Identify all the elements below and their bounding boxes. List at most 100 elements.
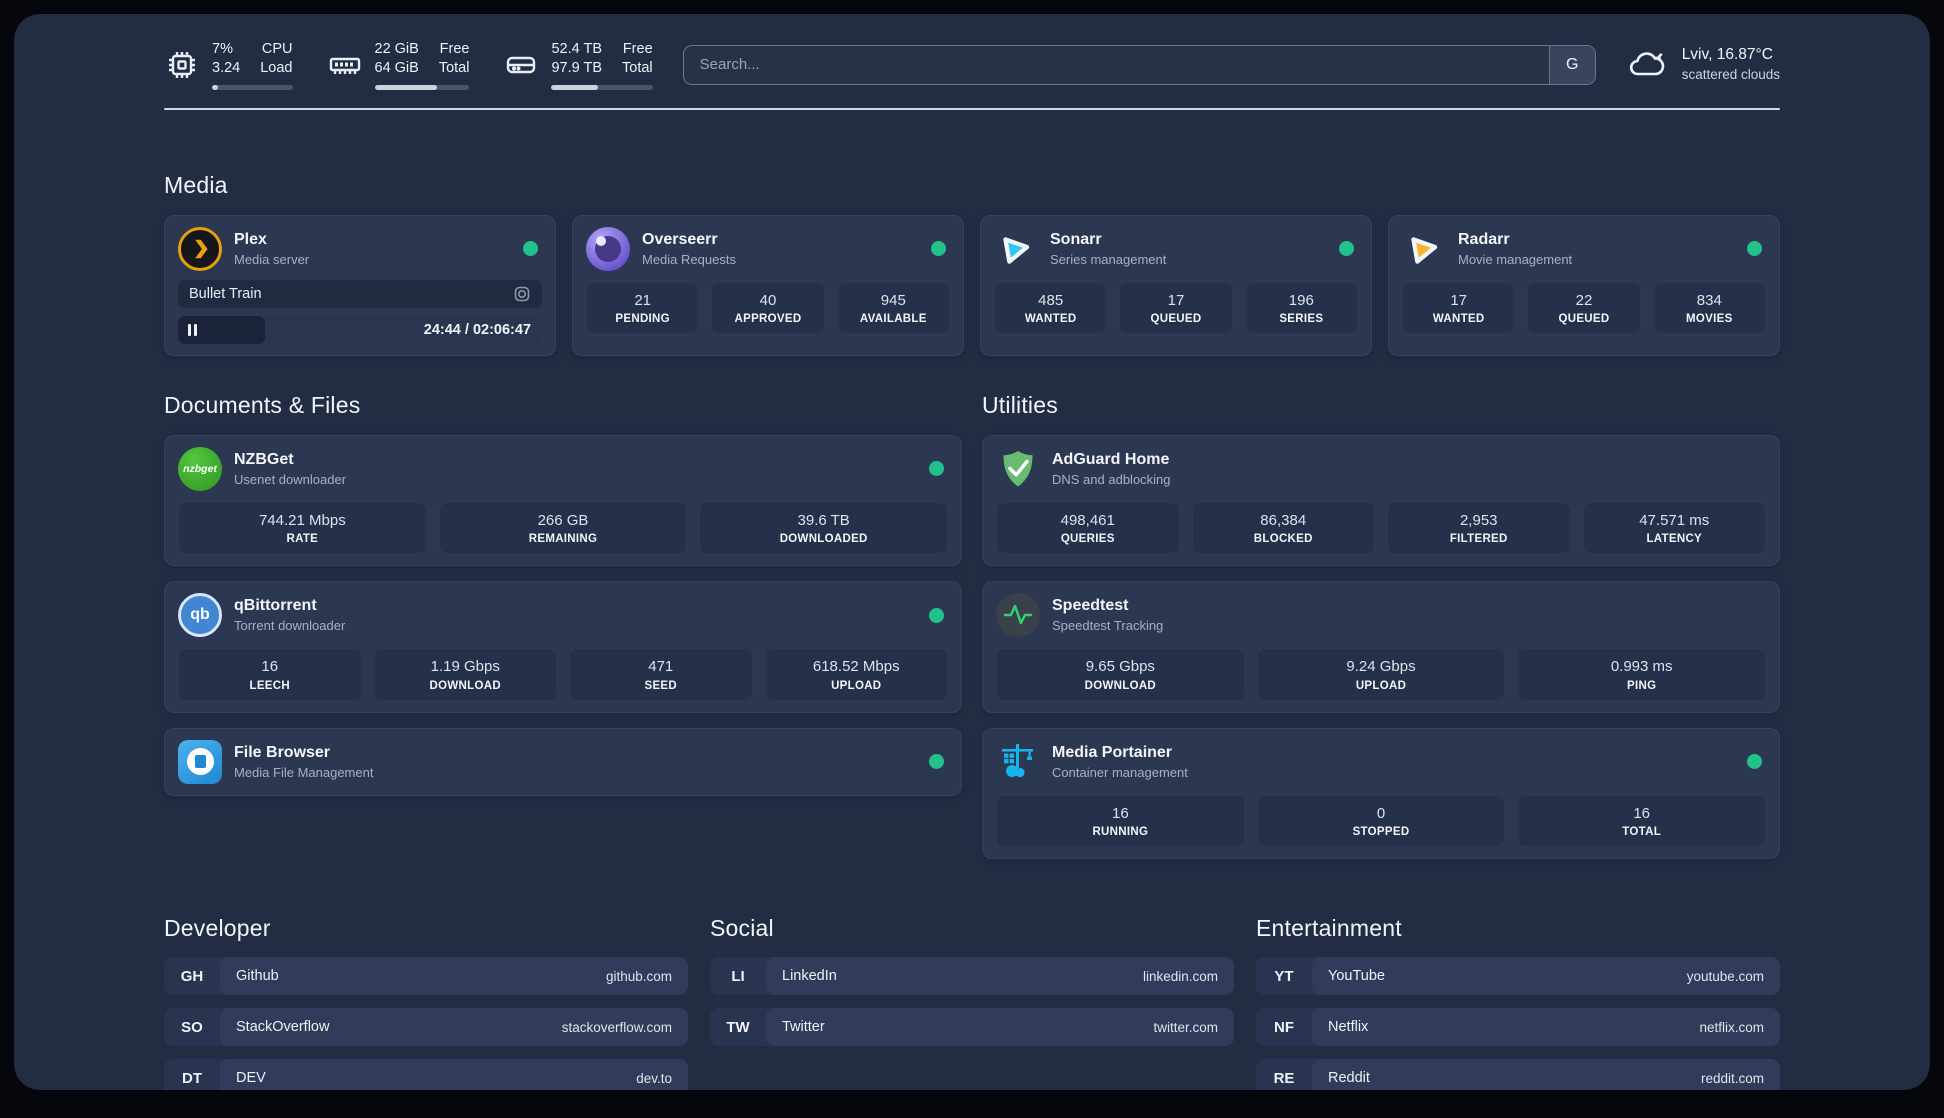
header-divider (164, 107, 1780, 110)
stat-queued: 22 QUEUED (1527, 281, 1641, 335)
app-card-overseerr[interactable]: Overseerr Media Requests 21 PENDING 40 A… (572, 214, 964, 356)
bookmark-youtube[interactable]: YT YouTube youtube.com (1256, 957, 1780, 996)
dashboard-page: 7% 3.24 CPU Load 22 GiB 64 GiB Free Tota… (14, 14, 1930, 1090)
header: 7% 3.24 CPU Load 22 GiB 64 GiB Free Tota… (164, 40, 1780, 90)
stat-download: 9.65 Gbps DOWNLOAD (996, 648, 1245, 701)
bookmark-url: dev.to (636, 1070, 672, 1086)
app-name: AdGuard Home (1052, 450, 1170, 468)
bookmark-name: DEV (236, 1070, 266, 1087)
pause-button[interactable] (188, 323, 197, 336)
bookmark-abbr: YT (1274, 967, 1294, 985)
section-title-social: Social (710, 915, 774, 942)
section-title-entertainment: Entertainment (1256, 915, 1402, 942)
cpu-stat: 7% 3.24 CPU Load (164, 40, 293, 90)
now-playing-title: Bullet Train (189, 285, 262, 302)
app-name: Radarr (1458, 230, 1510, 248)
app-name: Plex (234, 230, 267, 248)
app-card-filebrowser[interactable]: File Browser Media File Management (164, 727, 962, 796)
app-card-portainer[interactable]: Media Portainer Container management 16 … (982, 727, 1780, 860)
bookmark-abbr: SO (181, 1018, 203, 1036)
section-title-developer: Developer (164, 915, 271, 942)
stat-seed: 471 SEED (569, 648, 753, 701)
bookmark-abbr: TW (726, 1018, 750, 1036)
system-stats: 7% 3.24 CPU Load 22 GiB 64 GiB Free Tota… (164, 40, 653, 90)
app-card-plex[interactable]: Plex Media server Bullet Train 24:44 / 0… (164, 214, 556, 356)
stat-running: 16 RUNNING (996, 794, 1245, 848)
bookmark-abbr: NF (1274, 1018, 1294, 1036)
bookmark-twitter[interactable]: TW Twitter twitter.com (710, 1008, 1234, 1047)
app-card-radarr[interactable]: Radarr Movie management 17 WANTED 22 QUE… (1388, 214, 1780, 356)
memory-stat: 22 GiB 64 GiB Free Total (327, 40, 470, 90)
app-card-adguard[interactable]: AdGuard Home DNS and adblocking 498,461 … (982, 434, 1780, 567)
bookmark-url: youtube.com (1686, 968, 1764, 984)
stat-queued: 17 QUEUED (1119, 281, 1233, 335)
stat-wanted: 485 WANTED (994, 281, 1108, 335)
search-input[interactable] (683, 45, 1549, 84)
app-description: Usenet downloader (234, 471, 347, 487)
playback-time: 24:44 / 02:06:47 (423, 321, 531, 338)
bookmark-reddit[interactable]: RE Reddit reddit.com (1256, 1059, 1780, 1090)
section-title-media: Media (164, 171, 228, 198)
cpu-chip-icon (164, 47, 200, 83)
radarr-icon (1402, 227, 1446, 271)
stat-series: 196 SERIES (1244, 281, 1358, 335)
section-entertainment: Entertainment YT YouTube youtube.com NF … (1256, 915, 1780, 1090)
section-title-documents: Documents & Files (164, 391, 361, 418)
playback-progress-bar[interactable]: 24:44 / 02:06:47 (178, 315, 542, 344)
disk-labels: Free Total (622, 41, 653, 76)
bookmark-name: Netflix (1328, 1019, 1369, 1036)
stat-filtered: 2,953 FILTERED (1387, 501, 1571, 555)
stat-movies: 834 MOVIES (1652, 281, 1766, 335)
app-description: Movie management (1458, 251, 1573, 267)
app-description: DNS and adblocking (1052, 471, 1171, 487)
search-engine-button[interactable]: G (1548, 45, 1595, 84)
stat-download: 1.19 Gbps DOWNLOAD (373, 648, 557, 701)
bookmark-abbr: GH (180, 967, 204, 985)
app-name: Sonarr (1050, 230, 1102, 248)
app-name: File Browser (234, 743, 331, 761)
app-card-qbittorrent[interactable]: qb qBittorrent Torrent downloader 16 LEE… (164, 581, 962, 713)
status-dot (931, 241, 946, 257)
app-description: Torrent downloader (234, 618, 346, 634)
bookmark-url: stackoverflow.com (561, 1019, 672, 1035)
status-dot (523, 241, 538, 257)
stat-blocked: 86,384 BLOCKED (1191, 501, 1375, 555)
bookmark-abbr: RE (1273, 1069, 1295, 1087)
adguard-shield-icon (996, 447, 1040, 491)
app-name: qBittorrent (234, 597, 317, 615)
bookmark-github[interactable]: GH Github github.com (164, 957, 688, 996)
bookmark-dev[interactable]: DT DEV dev.to (164, 1059, 688, 1090)
app-description: Container management (1052, 764, 1188, 780)
bookmark-url: netflix.com (1699, 1019, 1764, 1035)
app-card-sonarr[interactable]: Sonarr Series management 485 WANTED 17 Q… (980, 214, 1372, 356)
stat-ping: 0.993 ms PING (1517, 648, 1767, 701)
bookmark-netflix[interactable]: NF Netflix netflix.com (1256, 1008, 1780, 1047)
status-dot (929, 461, 944, 477)
app-name: Media Portainer (1052, 743, 1173, 761)
plex-icon (178, 226, 222, 271)
bookmark-name: Twitter (782, 1019, 825, 1036)
section-documents: Documents & Files nzbget NZBGet Usenet d… (164, 392, 962, 860)
section-developer: Developer GH Github github.com SO StackO… (164, 915, 688, 1090)
speedtest-pulse-icon (996, 593, 1040, 638)
app-card-nzbget[interactable]: nzbget NZBGet Usenet downloader 744.21 M… (164, 434, 962, 567)
cpu-values: 7% 3.24 (212, 41, 241, 76)
bookmark-stackoverflow[interactable]: SO StackOverflow stackoverflow.com (164, 1008, 688, 1047)
app-card-speedtest[interactable]: Speedtest Speedtest Tracking 9.65 Gbps D… (982, 581, 1780, 713)
section-title-utilities: Utilities (982, 391, 1058, 418)
status-dot (929, 754, 944, 770)
weather-condition: scattered clouds (1681, 67, 1780, 83)
bookmark-linkedin[interactable]: LI LinkedIn linkedin.com (710, 957, 1234, 996)
bookmark-name: StackOverflow (236, 1019, 330, 1036)
app-name: Speedtest (1052, 597, 1129, 615)
section-social: Social LI LinkedIn linkedin.com TW Twitt… (710, 915, 1234, 1090)
stat-latency: 47.571 ms LATENCY (1582, 501, 1766, 555)
bookmark-name: YouTube (1328, 968, 1385, 985)
disk-progress-bar (551, 84, 653, 90)
weather-text: Lviv, 16.87°C scattered clouds (1682, 45, 1780, 84)
app-description: Media server (234, 251, 310, 267)
bookmark-url: twitter.com (1153, 1019, 1218, 1035)
bookmark-url: github.com (605, 968, 672, 984)
memory-icon (327, 47, 363, 83)
stat-approved: 40 APPROVED (711, 281, 825, 335)
